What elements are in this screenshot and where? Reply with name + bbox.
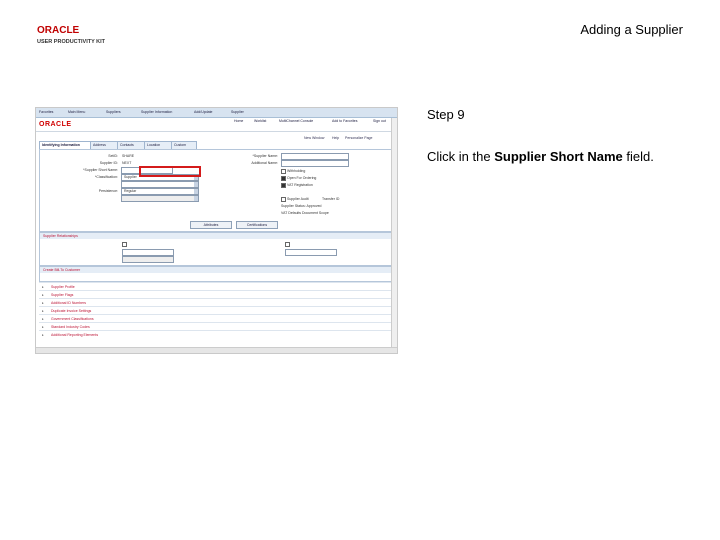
- nav-supplier-information[interactable]: Supplier Information: [141, 110, 172, 114]
- highlight-supplier-short-name: [139, 166, 201, 177]
- supplier-status-select[interactable]: [121, 195, 199, 202]
- breadcrumb-bar: Favorites Main Menu Suppliers Supplier I…: [36, 108, 397, 118]
- supplier-relationships-section: Supplier Relationships: [39, 232, 393, 266]
- link-help[interactable]: Help: [332, 136, 339, 140]
- supplier-name-label: *Supplier Name:: [252, 154, 278, 158]
- horizontal-scrollbar[interactable]: [36, 347, 397, 353]
- link-home[interactable]: Home: [234, 119, 243, 123]
- brand-bar: ORACLE Home Worklist MultiChannel Consol…: [36, 118, 397, 132]
- supplier-id-value: NEXT: [122, 161, 132, 165]
- instruction-suffix: field.: [622, 149, 654, 164]
- link-add-favorites[interactable]: Add to Favorites: [332, 119, 357, 123]
- certifications-button[interactable]: Certifications: [236, 221, 278, 229]
- nav-supplier[interactable]: Supplier: [231, 110, 244, 114]
- supplier-audit-checkbox[interactable]: [281, 197, 286, 202]
- supplier-id-label: Supplier ID:: [99, 161, 118, 165]
- vat-registration-checkbox[interactable]: [281, 183, 286, 188]
- brand-logo: ORACLE: [39, 121, 72, 128]
- link-new-window[interactable]: New Window: [304, 136, 324, 140]
- hub-class-select[interactable]: [121, 181, 199, 188]
- setid-value: SHARE: [122, 154, 135, 158]
- interunit-checkbox[interactable]: [285, 242, 290, 247]
- additional-name-label: Additional Name:: [251, 161, 278, 165]
- link-worklist[interactable]: Worklist: [254, 119, 266, 123]
- instruction-prefix: Click in the: [427, 149, 495, 164]
- oracle-upk-logo: ORACLE USER PRODUCTIVITY KIT: [37, 25, 106, 45]
- bill-to-customer-header[interactable]: Create Bill-To Customer: [40, 267, 392, 273]
- bill-to-customer-section: Create Bill-To Customer: [39, 266, 393, 282]
- slide-title: Adding a Supplier: [580, 22, 683, 37]
- supplier-audit-label: Supplier Audit: [287, 197, 309, 201]
- step-label: Step 9: [427, 107, 465, 122]
- withholding-label: Withholding: [287, 169, 306, 173]
- corporate-setid-input[interactable]: [122, 249, 174, 256]
- open-ordering-label: Open For Ordering: [287, 176, 317, 180]
- nav-add-update[interactable]: Add/Update: [194, 110, 213, 114]
- expand-icon: ▸: [42, 333, 44, 337]
- persistence-value: Regular: [124, 189, 137, 193]
- transfer-id-label: Transfer ID: [322, 197, 340, 201]
- supplier-name-input[interactable]: [281, 153, 349, 160]
- link-multichannel[interactable]: MultiChannel Console: [279, 119, 313, 123]
- open-ordering-checkbox[interactable]: [281, 176, 286, 181]
- link-sign-out[interactable]: Sign out: [373, 119, 386, 123]
- vertical-scrollbar[interactable]: [391, 118, 397, 348]
- identifying-info-form: SetID: SHARE Supplier ID: NEXT *Supplier…: [39, 149, 393, 232]
- nav-main-menu[interactable]: Main Menu: [68, 110, 85, 114]
- logo-upk-text: USER PRODUCTIVITY KIT: [37, 39, 106, 45]
- supplier-short-name-label: *Supplier Short Name:: [83, 168, 118, 172]
- vat-registration-label: VAT Registration: [287, 183, 313, 187]
- logo-oracle-text: ORACLE: [37, 25, 80, 36]
- link-personalize[interactable]: Personalize Page: [345, 136, 372, 140]
- attributes-button[interactable]: Attributes: [190, 221, 232, 229]
- nav-suppliers[interactable]: Suppliers: [106, 110, 121, 114]
- corporate-supplier-input[interactable]: [122, 256, 174, 263]
- relationship-checkbox[interactable]: [122, 242, 127, 247]
- instruction-field-name: Supplier Short Name: [494, 149, 623, 164]
- classification-label: *Classification:: [95, 175, 118, 179]
- application-screenshot: Favorites Main Menu Suppliers Supplier I…: [35, 107, 398, 354]
- vat-defaults-info: VAT Defaults Document Scope: [281, 211, 329, 215]
- supplier-relationships-header[interactable]: Supplier Relationships: [40, 233, 392, 239]
- classification-value: Supplier: [124, 175, 137, 179]
- additional-name-input[interactable]: [281, 160, 349, 167]
- setid-label: SetID:: [108, 154, 118, 158]
- persistence-label: Persistence:: [98, 189, 118, 193]
- nav-favorites[interactable]: Favorites: [39, 110, 53, 114]
- withholding-checkbox[interactable]: [281, 169, 286, 174]
- interunit-input[interactable]: [285, 249, 337, 256]
- instruction-text: Click in the Supplier Short Name field.: [427, 149, 654, 164]
- persistence-select[interactable]: Regular: [121, 188, 199, 195]
- supplier-status-info: Supplier Status: Approved: [281, 204, 322, 208]
- row-additional-reporting[interactable]: ▸ Additional Reporting Elements: [39, 330, 391, 339]
